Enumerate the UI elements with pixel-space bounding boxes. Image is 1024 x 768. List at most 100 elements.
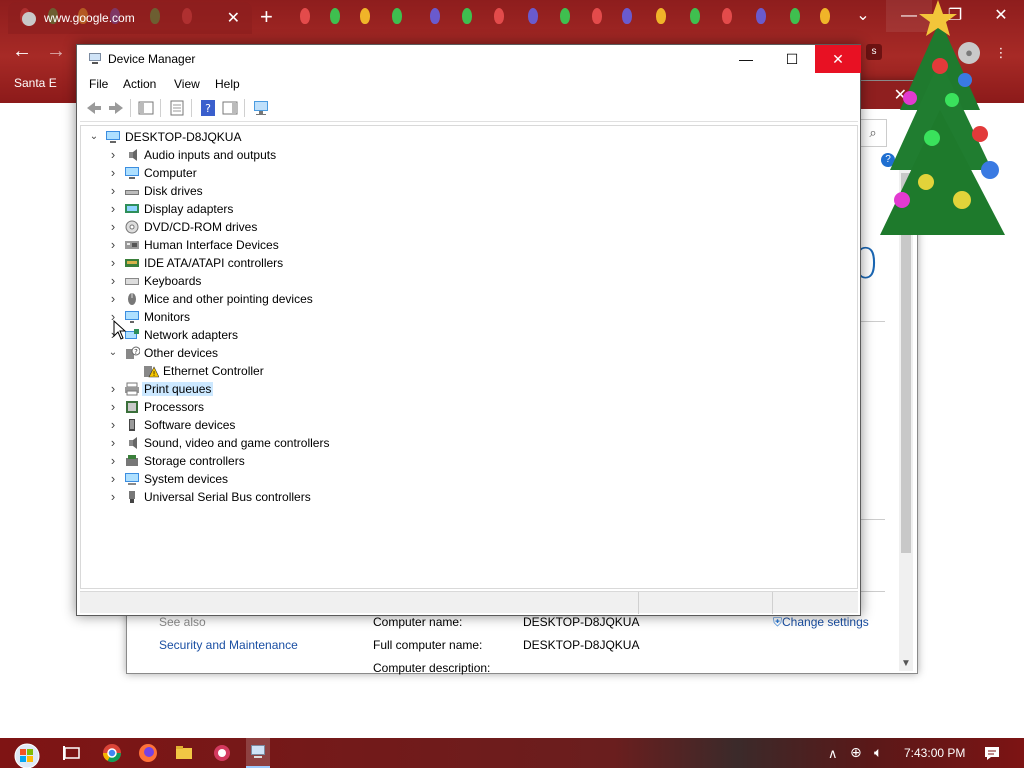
tree-item-label: Print queues (142, 382, 214, 396)
chevron-right-icon[interactable]: › (108, 400, 118, 414)
tree-item[interactable]: › Human Interface Devices (81, 236, 851, 254)
chrome-icon[interactable] (102, 743, 122, 763)
menu-view[interactable]: View (174, 77, 200, 91)
clock-time[interactable]: 7:43:00 PM (904, 746, 965, 760)
device-manager-titlebar[interactable]: Device Manager — ☐ ✕ (77, 45, 861, 73)
help-icon[interactable]: ? (199, 99, 217, 117)
chevron-right-icon[interactable]: › (108, 274, 118, 288)
chevron-right-icon[interactable]: › (108, 292, 118, 306)
change-settings-link[interactable]: ⛨Change settings (773, 615, 869, 630)
computer-icon (106, 131, 120, 143)
chevron-right-icon[interactable]: › (108, 454, 118, 468)
warning-device-icon: ! (144, 366, 159, 378)
browser-tab[interactable]: www.google.com ✕ (8, 2, 252, 34)
computer-description-label: Computer description: (373, 661, 491, 675)
chevron-right-icon[interactable]: › (108, 490, 118, 504)
tree-item[interactable]: › System devices (81, 470, 851, 488)
tree-item[interactable]: › DVD/CD-ROM drives (81, 218, 851, 236)
tree-item[interactable]: › Processors (81, 398, 851, 416)
action-pane-icon[interactable] (221, 99, 239, 117)
chevron-right-icon[interactable]: › (108, 436, 118, 450)
chevron-right-icon[interactable]: › (108, 418, 118, 432)
tree-item[interactable]: › Keyboards (81, 272, 851, 290)
status-bar (80, 591, 858, 614)
hid-icon (125, 241, 139, 249)
toolbar-separator (130, 99, 131, 117)
chevron-right-icon[interactable]: › (108, 256, 118, 270)
close-button[interactable]: ✕ (815, 45, 861, 73)
back-icon[interactable] (85, 99, 103, 117)
show-hide-console-tree-icon[interactable] (137, 99, 155, 117)
forward-icon[interactable] (107, 99, 125, 117)
tree-item[interactable]: › Sound, video and game controllers (81, 434, 851, 452)
back-arrow-icon[interactable]: ← (12, 40, 32, 63)
tree-item[interactable]: › Audio inputs and outputs (81, 146, 851, 164)
active-app-indicator[interactable] (246, 738, 270, 768)
tree-item[interactable]: › Print queues (81, 380, 851, 398)
firefox-icon[interactable] (138, 743, 158, 763)
window-title: Device Manager (108, 52, 196, 66)
volume-icon[interactable]: 🔈︎ (874, 744, 882, 761)
scan-hardware-icon[interactable] (252, 99, 270, 117)
start-button-icon[interactable] (10, 740, 44, 768)
svg-text:!: ! (153, 370, 156, 378)
chevron-right-icon[interactable]: › (108, 166, 118, 180)
change-settings-label: Change settings (782, 615, 869, 629)
mouse-icon (128, 293, 136, 305)
device-manager-window: Device Manager — ☐ ✕ File Action View He… (76, 44, 861, 616)
tree-item[interactable]: › Universal Serial Bus controllers (81, 488, 851, 506)
tree-item[interactable]: › Network adapters (81, 326, 851, 344)
tree-item-label: Keyboards (144, 274, 202, 288)
storage-controller-icon (126, 455, 138, 466)
chevron-right-icon[interactable]: › (108, 220, 118, 234)
status-cell (772, 592, 773, 614)
tree-item[interactable]: › Display adapters (81, 200, 851, 218)
tree-item[interactable]: › Software devices (81, 416, 851, 434)
security-maintenance-link[interactable]: Security and Maintenance (159, 638, 298, 652)
bookmark-item[interactable]: Santa E (14, 76, 57, 90)
tab-close-icon[interactable]: ✕ (227, 8, 240, 28)
scroll-down-icon[interactable]: ▼ (899, 658, 913, 669)
menu-action[interactable]: Action (123, 77, 156, 91)
chevron-right-icon[interactable]: › (108, 184, 118, 198)
chevron-right-icon[interactable]: › (108, 382, 118, 396)
chevron-right-icon[interactable]: › (108, 202, 118, 216)
tree-root[interactable]: ⌄ DESKTOP-D8JQKUA (81, 128, 851, 146)
chevron-down-icon[interactable]: ⌄ (108, 346, 118, 360)
disk-drive-icon (125, 190, 139, 195)
tree-item[interactable]: › Computer (81, 164, 851, 182)
chevron-down-icon[interactable]: ⌄ (89, 130, 99, 144)
tree-item[interactable]: › Disk drives (81, 182, 851, 200)
tree-item[interactable]: › Storage controllers (81, 452, 851, 470)
tree-item[interactable]: › Monitors (81, 308, 851, 326)
status-cell (638, 592, 639, 614)
show-hidden-icons-chevron-icon[interactable]: ∧ (828, 746, 838, 762)
notifications-icon[interactable] (982, 743, 1002, 763)
menu-file[interactable]: File (89, 77, 108, 91)
maximize-button[interactable]: ☐ (769, 45, 815, 73)
app-icon[interactable] (212, 743, 232, 763)
tree-item[interactable]: › IDE ATA/ATAPI controllers (81, 254, 851, 272)
forward-arrow-icon[interactable]: → (46, 40, 66, 63)
tree-item-label: Ethernet Controller (163, 364, 264, 378)
chevron-right-icon[interactable]: › (108, 472, 118, 486)
chevron-right-icon[interactable]: › (108, 148, 118, 162)
new-tab-button[interactable]: + (260, 4, 273, 30)
chevron-right-icon[interactable]: › (108, 238, 118, 252)
full-computer-name-label: Full computer name: (373, 638, 483, 652)
network-globe-icon[interactable]: ⊕ (850, 744, 862, 761)
tree-item-label: DVD/CD-ROM drives (144, 220, 258, 234)
tree-item[interactable]: ! Ethernet Controller (81, 362, 851, 380)
task-view-icon[interactable] (62, 743, 82, 763)
tree-item[interactable]: › Mice and other pointing devices (81, 290, 851, 308)
device-tree[interactable]: ⌄ DESKTOP-D8JQKUA › Audio inputs and outp… (80, 125, 858, 589)
file-explorer-icon[interactable] (174, 743, 194, 763)
menu-help[interactable]: Help (215, 77, 240, 91)
tree-item-label: Software devices (144, 418, 236, 432)
see-also-heading: See also (159, 615, 206, 629)
tree-item[interactable]: ⌄? Other devices (81, 344, 851, 362)
properties-icon[interactable] (168, 99, 186, 117)
tree-item-label: Network adapters (144, 328, 239, 342)
minimize-button[interactable]: — (723, 45, 769, 73)
full-computer-name-value: DESKTOP-D8JQKUA (523, 638, 640, 652)
